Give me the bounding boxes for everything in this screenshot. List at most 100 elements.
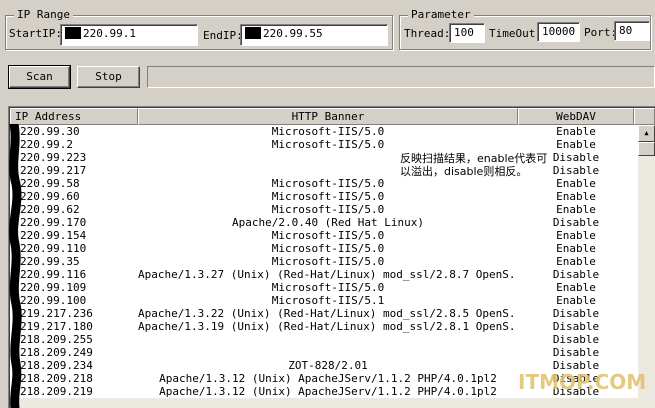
ip-cell: 218.209.219	[20, 385, 93, 398]
table-row[interactable]: 218.209.249 Disable	[10, 346, 634, 359]
webdav-cell: Enable	[556, 203, 596, 216]
ip-cell: 218.209.218	[20, 372, 93, 385]
table-row[interactable]: 220.99.58 Microsoft-IIS/5.0 Enable	[10, 177, 634, 190]
banner-cell: Apache/2.0.40 (Red Hat Linux)	[231, 216, 425, 229]
ip-cell: 220.99.58	[20, 177, 80, 190]
ip-cell: 218.209.234	[20, 359, 93, 372]
webdav-cell: Enable	[556, 138, 596, 151]
table-row[interactable]: 220.99.154 Microsoft-IIS/5.0 Enable	[10, 229, 634, 242]
banner-cell: Microsoft-IIS/5.0	[271, 125, 385, 138]
webdav-cell: Enable	[556, 177, 596, 190]
horizontal-scrollbar[interactable]	[10, 398, 639, 408]
webdav-cell: Enable	[556, 281, 596, 294]
end-ip-value: 220.99.55	[263, 27, 323, 40]
table-row[interactable]: 220.99.116 Apache/1.3.27 (Unix) (Red-Hat/…	[10, 268, 634, 281]
arrow-up-icon[interactable]: ▲	[638, 125, 655, 142]
webdav-cell: Enable	[556, 125, 596, 138]
start-ip-value: 220.99.1	[83, 27, 136, 40]
port-label: Port:	[584, 26, 618, 39]
banner-cell: Microsoft-IIS/5.0	[271, 281, 385, 294]
scan-button[interactable]: Scan	[8, 65, 71, 89]
table-row[interactable]: 220.99.30 Microsoft-IIS/5.0 Enable	[10, 125, 634, 138]
redaction-mark	[245, 27, 261, 39]
ip-cell: 220.99.217	[20, 164, 87, 177]
banner-cell: Apache/1.3.12 (Unix) ApacheJServ/1.1.2 P…	[159, 372, 497, 385]
ip-cell: 220.99.116	[20, 268, 87, 281]
column-header-ip[interactable]: IP Address	[10, 108, 138, 125]
port-field[interactable]: 80	[614, 21, 650, 41]
ip-cell: 220.99.223	[20, 151, 87, 164]
webdav-cell: Enable	[556, 229, 596, 242]
ip-cell: 219.217.180	[20, 320, 93, 333]
ip-cell: 220.99.60	[20, 190, 80, 203]
banner-cell: Microsoft-IIS/5.0	[271, 138, 385, 151]
webdav-cell: Disable	[552, 216, 600, 229]
start-ip-label: StartIP:	[9, 27, 62, 40]
results-table[interactable]: IP Address HTTP Banner WebDAV 220.99.30 M…	[8, 106, 655, 408]
table-row[interactable]: 220.99.60 Microsoft-IIS/5.0 Enable	[10, 190, 634, 203]
ip-cell: 220.99.100	[20, 294, 87, 307]
ip-cell: 219.217.236	[20, 307, 93, 320]
ip-cell: 220.99.109	[20, 281, 87, 294]
ip-cell: 220.99.154	[20, 229, 87, 242]
table-row[interactable]: 219.217.180 Apache/1.3.19 (Unix) (Red-Hat…	[10, 320, 634, 333]
banner-cell	[138, 346, 518, 359]
thread-label: Thread:	[404, 27, 451, 40]
watermark-logo: ITMOP.COM	[518, 370, 647, 394]
start-ip-field[interactable]: 220.99.1	[60, 24, 198, 46]
banner-cell	[138, 333, 518, 346]
webdav-cell: Enable	[556, 242, 596, 255]
banner-cell: Microsoft-IIS/5.0	[271, 190, 385, 203]
webdav-cell: Disable	[552, 307, 600, 320]
ip-cell: 220.99.2	[20, 138, 73, 151]
end-ip-label: EndIP:	[203, 29, 243, 42]
webdav-cell: Disable	[552, 320, 600, 333]
webdav-cell: Enable	[556, 294, 596, 307]
column-header-banner[interactable]: HTTP Banner	[138, 108, 518, 125]
thread-value: 100	[454, 26, 474, 39]
banner-cell: Microsoft-IIS/5.0	[271, 242, 385, 255]
table-row[interactable]: 220.99.62 Microsoft-IIS/5.0 Enable	[10, 203, 634, 216]
banner-cell: Microsoft-IIS/5.0	[271, 203, 385, 216]
ip-cell: 220.99.110	[20, 242, 87, 255]
end-ip-field[interactable]: 220.99.55	[240, 24, 388, 46]
banner-cell: Microsoft-IIS/5.0	[271, 229, 385, 242]
webdav-cell: Enable	[556, 190, 596, 203]
banner-cell: Apache/1.3.22 (Unix) (Red-Hat/Linux) mod…	[138, 307, 518, 320]
ip-cell: 218.209.255	[20, 333, 93, 346]
ip-cell: 220.99.35	[20, 255, 80, 268]
scrollbar-thumb[interactable]	[638, 142, 655, 156]
banner-cell: Microsoft-IIS/5.0	[271, 255, 385, 268]
webdav-cell: Disable	[552, 333, 600, 346]
banner-cell: Apache/1.3.19 (Unix) (Red-Hat/Linux) mod…	[138, 320, 518, 333]
banner-cell: Apache/1.3.12 (Unix) ApacheJServ/1.1.2 P…	[159, 385, 497, 398]
table-header: IP Address HTTP Banner WebDAV	[10, 108, 655, 125]
table-row[interactable]: 219.217.236 Apache/1.3.22 (Unix) (Red-Hat…	[10, 307, 634, 320]
webdav-cell: Enable	[556, 255, 596, 268]
thread-field[interactable]: 100	[449, 23, 485, 43]
parameter-title: Parameter	[408, 8, 474, 22]
table-row[interactable]: 220.99.35 Microsoft-IIS/5.0 Enable	[10, 255, 634, 268]
vertical-scrollbar[interactable]: ▲	[638, 125, 655, 408]
banner-cell: Microsoft-IIS/5.0	[271, 177, 385, 190]
table-row[interactable]: 218.209.255 Disable	[10, 333, 634, 346]
scan-progress-bar	[147, 66, 655, 88]
redaction-mark	[65, 27, 81, 39]
webdav-cell: Disable	[552, 346, 600, 359]
table-row[interactable]: 220.99.109 Microsoft-IIS/5.0 Enable	[10, 281, 634, 294]
webdav-cell: Disable	[552, 268, 600, 281]
table-row[interactable]: 220.99.170 Apache/2.0.40 (Red Hat Linux) D…	[10, 216, 634, 229]
port-value: 80	[619, 24, 633, 37]
ip-cell: 220.99.170	[20, 216, 87, 229]
ip-cell: 220.99.62	[20, 203, 80, 216]
timeout-field[interactable]: 10000	[537, 22, 580, 42]
table-row[interactable]: 220.99.100 Microsoft-IIS/5.1 Enable	[10, 294, 634, 307]
column-header-filler	[634, 108, 655, 125]
table-row[interactable]: 220.99.110 Microsoft-IIS/5.0 Enable	[10, 242, 634, 255]
annotation-text: 反映扫描结果，enable代表可以溢出，disable则相反。	[400, 152, 550, 178]
column-header-webdav[interactable]: WebDAV	[518, 108, 634, 125]
table-row[interactable]: 220.99.2 Microsoft-IIS/5.0 Enable	[10, 138, 634, 151]
stop-button[interactable]: Stop	[77, 66, 140, 88]
timeout-value: 10000	[542, 25, 576, 38]
timeout-label: TimeOut:	[489, 27, 542, 40]
